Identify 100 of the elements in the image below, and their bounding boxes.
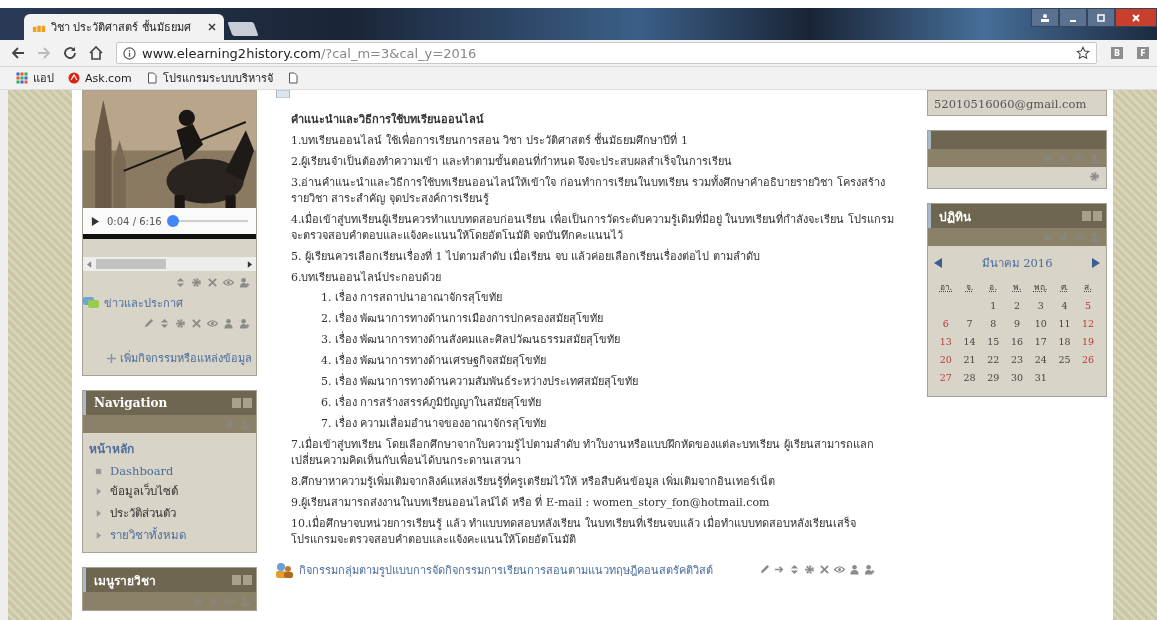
calendar-day[interactable]: 2 — [1005, 299, 1029, 311]
scroll-left-icon[interactable] — [87, 260, 92, 268]
lesson-item: 5. เรื่อง พัฒนาการทางด้านความสัมพันธ์ระหว่างประเทศสมัยสุโขทัย — [321, 374, 640, 391]
back-icon[interactable] — [10, 45, 26, 61]
bookmark-page-icon[interactable] — [286, 72, 299, 84]
calendar-day[interactable]: 9 — [1005, 317, 1029, 329]
new-tab-button[interactable] — [227, 22, 259, 36]
horizontal-scrollbar[interactable] — [83, 257, 256, 271]
person-add-icon[interactable] — [864, 564, 875, 576]
reload-icon[interactable] — [62, 45, 78, 61]
calendar-day[interactable]: 21 — [957, 353, 982, 365]
dock-icon[interactable] — [232, 575, 252, 585]
calendar-day[interactable]: 14 — [957, 335, 982, 347]
minimize-icon — [1070, 19, 1076, 22]
calendar-day[interactable]: 31 — [1028, 371, 1053, 383]
calendar-day[interactable]: 26 — [1076, 353, 1100, 365]
lesson-item: 4. เรื่อง พัฒนาการทางด้านเศรษฐกิจสมัยสุโขทัย — [321, 353, 548, 370]
calendar-day[interactable]: 15 — [981, 335, 1006, 347]
block-title: เมนูรายวิชา — [94, 572, 156, 590]
calendar-day[interactable]: 19 — [1076, 335, 1100, 347]
gear-icon[interactable] — [1089, 171, 1100, 182]
minimize-button[interactable] — [1059, 8, 1087, 27]
previous-month-icon[interactable] — [934, 258, 942, 268]
expand-arrow-icon[interactable] — [95, 487, 102, 495]
bookmark-link[interactable]: โปรแกรมระบบบริหารจั — [145, 69, 273, 87]
seek-thumb[interactable] — [167, 215, 180, 227]
star-icon[interactable] — [1076, 46, 1090, 60]
calendar-day[interactable]: 7 — [957, 317, 982, 329]
navigation-item[interactable]: รายวิชาทั้งหมด — [110, 526, 186, 544]
calendar-day[interactable]: 4 — [1052, 299, 1077, 311]
home-icon[interactable] — [88, 45, 104, 61]
calendar-day[interactable]: 13 — [934, 335, 958, 347]
weekday-label: ศ. — [1059, 281, 1070, 294]
news-link[interactable]: ข่าวและประกาศ — [104, 294, 183, 312]
user-button[interactable] — [1031, 8, 1059, 27]
navigation-item[interactable]: ข้อมูลเว็บไซต์ — [110, 482, 178, 500]
person-icon[interactable] — [849, 564, 860, 576]
calendar-day[interactable]: 10 — [1028, 317, 1053, 329]
maximize-icon — [1096, 12, 1106, 23]
calendar-day[interactable]: 8 — [981, 317, 1006, 329]
bookmark-link[interactable]: แอป — [16, 69, 54, 87]
scroll-right-icon[interactable] — [247, 260, 252, 268]
instruction-text: 7.เมื่อเข้าสู่บทเรียน โดยเลือกศึกษาจากใบความรู้ไปตามลำดับ ทำใบงานหรือแบบฝึกหัดของแต่ละบทเรียน ผู้เรียนสามารถแลกเปลี่ยนความคิดเห็นกับเพื่อนได้บนกระดานเสวนา — [291, 437, 875, 469]
info-icon — [123, 46, 136, 60]
calendar-day[interactable]: 24 — [1028, 353, 1053, 365]
next-month-icon[interactable] — [1092, 258, 1100, 268]
calendar-day[interactable]: 25 — [1052, 353, 1077, 365]
month-title[interactable]: มีนาคม 2016 — [981, 254, 1053, 272]
calendar-day[interactable]: 29 — [981, 371, 1006, 383]
calendar-day[interactable]: 12 — [1076, 317, 1100, 329]
expand-arrow-icon[interactable] — [95, 509, 102, 517]
person-add-icon[interactable] — [239, 277, 250, 288]
address-bar[interactable]: www.elearning2history.com/?cal_m=3&cal_y=2016 — [116, 42, 1097, 64]
close-button[interactable] — [1115, 8, 1157, 27]
calendar-day[interactable]: 28 — [957, 371, 982, 383]
calendar-day[interactable]: 1 — [981, 299, 1006, 311]
move-icon[interactable] — [175, 277, 186, 288]
pencil-icon[interactable] — [759, 564, 770, 576]
calendar-day[interactable]: 11 — [1052, 317, 1077, 329]
calendar-day[interactable]: 23 — [1005, 353, 1029, 365]
bookmark-link[interactable]: Ask.com — [68, 71, 132, 85]
maximize-button[interactable] — [1087, 8, 1115, 27]
calendar-day[interactable]: 3 — [1028, 299, 1053, 311]
forward-icon[interactable] — [36, 45, 52, 61]
person-icon[interactable] — [223, 318, 234, 329]
calendar-day[interactable]: 5 — [1076, 299, 1100, 311]
move-icon[interactable] — [159, 318, 170, 329]
expand-arrow-icon[interactable] — [95, 531, 102, 539]
dock-icon[interactable] — [232, 398, 252, 408]
bullet-icon — [95, 467, 102, 475]
pencil-icon[interactable] — [143, 318, 154, 329]
calendar-day[interactable]: 20 — [934, 353, 958, 365]
weekday-label: อ. — [988, 281, 999, 294]
calendar-day[interactable]: 30 — [1005, 371, 1029, 383]
calendar-day[interactable]: 16 — [1005, 335, 1029, 347]
home-link[interactable]: หน้าหลัก — [89, 439, 250, 458]
calendar-day[interactable]: 6 — [934, 317, 958, 329]
person-add-icon[interactable] — [239, 318, 250, 329]
lesson-item: 6. เรื่อง การสร้างสรรค์ภูมิปัญญาในสมัยสุโขทัย — [321, 395, 543, 412]
calendar-day[interactable]: 27 — [934, 371, 958, 383]
close-icon — [1131, 12, 1141, 23]
play-icon[interactable] — [91, 215, 100, 227]
lesson-item: 7. เรื่อง ความเสื่อมอำนาจของอาณาจักรสุโขทัย — [321, 416, 548, 432]
calendar-day[interactable]: 17 — [1028, 335, 1053, 347]
activity-link[interactable]: กิจกรรมกลุ่มตามรูปแบบการจัดกิจกรรมการเรียนการสอนตามแนวทฤษฎีคอนสตรัคติวิสต์ — [299, 560, 713, 579]
calendar-day[interactable]: 18 — [1052, 335, 1077, 347]
close-icon[interactable] — [208, 23, 216, 31]
move-icon[interactable] — [789, 564, 800, 576]
navigation-item[interactable]: ประวัติส่วนตัว — [110, 504, 176, 522]
gear-icon[interactable] — [175, 318, 186, 329]
plus-icon — [107, 353, 116, 363]
gear-icon[interactable] — [191, 277, 202, 288]
browser-tab[interactable]: วิชา ประวัติศาสตร์ ชั้นมัธยมศ — [24, 14, 224, 40]
instruction-text: 2.ผู้เรียนจำเป็นต้องทำความเข้า และทำตามขั้นตอนที่กำหนด จึงจะประสบผลสำเร็จในการเรียน — [291, 153, 734, 170]
calendar-day[interactable]: 22 — [981, 353, 1006, 365]
lesson-item: 3. เรื่อง พัฒนาการทางด้านสังคมและศิลปวัฒนธรรมสมัยสุโขทัย — [321, 332, 622, 349]
add-activity-link[interactable]: เพิ่มกิจกรรมหรือแหล่งข้อมูล — [83, 349, 252, 367]
dock-icon[interactable] — [1082, 211, 1102, 221]
instruction-text: 6.บทเรียนออนไลน์ประกอบด้วย — [291, 269, 443, 286]
navigation-item[interactable]: Dashboard — [110, 464, 174, 478]
